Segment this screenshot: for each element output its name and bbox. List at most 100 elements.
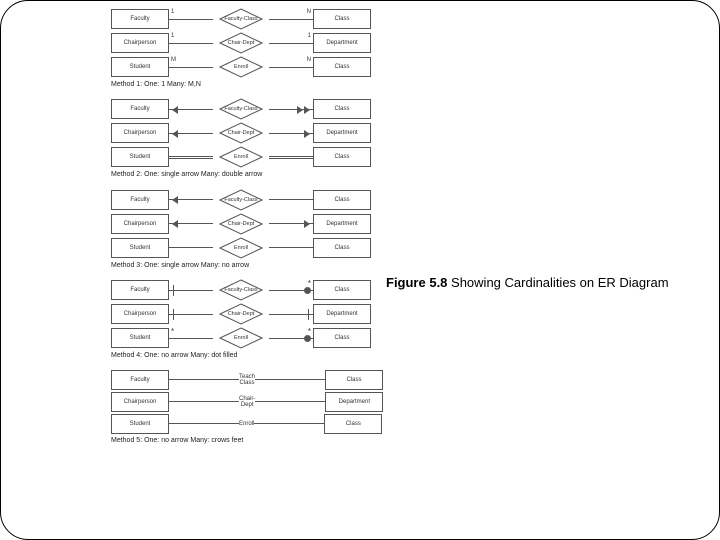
entity-class: Class [313,57,371,77]
entity-class: Class [313,328,371,348]
entity-class: Class [313,238,371,258]
conn-arrow-single [169,223,213,224]
conn-arrow-double [269,156,313,159]
rel-enroll: Enroll [219,146,263,168]
m2-row-faculty-class: Faculty Faculty-Class Class [111,97,371,121]
entity-class: Class [325,370,383,390]
entity-department: Department [313,33,371,53]
conn [255,379,325,380]
m4-row-chair-dept: Chairperson Chair-Dept Department [111,302,371,326]
conn-bar [269,314,313,315]
entity-chairperson: Chairperson [111,392,169,412]
conn-noarrow [169,247,213,248]
method-5: Faculty Teach Class Class Chairperson Ch… [111,369,371,445]
figure-title: Showing Cardinalities on ER Diagram [447,275,668,290]
conn-arrow-single [269,223,313,224]
rel-faculty-class: Faculty-Class [219,98,263,120]
conn: N [269,67,313,68]
conn-bar [169,314,213,315]
rel-chair-dept: Chair-Dept [239,396,255,408]
rel-enroll: Enroll [219,237,263,259]
m1-row-student-class: Student M Enroll N Class [111,55,371,79]
caption-m4: Method 4: One: no arrow Many: dot filled [111,352,371,360]
entity-department: Department [313,123,371,143]
entity-class: Class [324,414,382,434]
m4-row-faculty-class: Faculty Faculty-Class * Class [111,278,371,302]
rel-chair-dept: Chair-Dept [219,213,263,235]
rel-enroll: Enroll [239,421,254,427]
method-1: Faculty 1 Faculty-Class N Class Chairper… [111,7,371,89]
conn: 1 [169,19,213,20]
conn-arrow-single [169,199,213,200]
conn-dot: * [269,338,313,339]
rel-faculty-class: Faculty-Class [219,189,263,211]
m3-row-student-class: Student Enroll Class [111,236,371,260]
entity-student: Student [111,57,169,77]
conn-bar [169,290,213,291]
m5-row-student-class: Student Enroll Class [111,413,371,435]
entity-faculty: Faculty [111,99,169,119]
m1-row-chair-dept: Chairperson 1 Chair-Dept 1 Department [111,31,371,55]
rel-chair-dept: Chair-Dept [219,122,263,144]
entity-chairperson: Chairperson [111,304,169,324]
entity-faculty: Faculty [111,9,169,29]
entity-student: Student [111,414,169,434]
conn [169,401,239,402]
m2-row-student-class: Student Enroll Class [111,145,371,169]
entity-chairperson: Chairperson [111,33,169,53]
caption-m1: Method 1: One: 1 Many: M,N [111,81,371,89]
conn-arrow-double [169,156,213,159]
caption-m5: Method 5: One: no arrow Many: crows feet [111,437,371,445]
method-4: Faculty Faculty-Class * Class Chairperso… [111,278,371,360]
entity-department: Department [313,214,371,234]
entity-class: Class [313,190,371,210]
method-2: Faculty Faculty-Class Class Chairperson … [111,97,371,179]
rel-teach-class: Teach Class [239,374,255,386]
er-diagram: Faculty 1 Faculty-Class N Class Chairper… [111,7,371,453]
conn: N [269,19,313,20]
conn-arrow-single [169,109,213,110]
entity-class: Class [313,280,371,300]
conn-noarrow [269,199,313,200]
conn: M [169,67,213,68]
caption-m3: Method 3: One: single arrow Many: no arr… [111,262,371,270]
figure-caption: Figure 5.8 Showing Cardinalities on ER D… [386,275,669,290]
method-3: Faculty Faculty-Class Class Chairperson … [111,188,371,270]
conn-arrow-single [269,133,313,134]
conn [255,401,325,402]
slide-frame: Faculty 1 Faculty-Class N Class Chairper… [0,0,720,540]
rel-faculty-class: Faculty-Class [219,8,263,30]
entity-student: Student [111,147,169,167]
conn-dot: * [169,338,213,339]
conn-dot: * [269,290,313,291]
rel-faculty-class: Faculty-Class [219,279,263,301]
conn: 1 [269,43,313,44]
m5-row-chair-dept: Chairperson Chair-Dept Department [111,391,371,413]
rel-enroll: Enroll [219,327,263,349]
conn [169,423,239,424]
conn-noarrow [269,247,313,248]
entity-department: Department [325,392,383,412]
rel-chair-dept: Chair-Dept [219,303,263,325]
m3-row-chair-dept: Chairperson Chair-Dept Department [111,212,371,236]
m3-row-faculty-class: Faculty Faculty-Class Class [111,188,371,212]
m1-row-faculty-class: Faculty 1 Faculty-Class N Class [111,7,371,31]
conn [254,423,324,424]
entity-chairperson: Chairperson [111,123,169,143]
conn-arrow-double [269,109,313,110]
conn: 1 [169,43,213,44]
m2-row-chair-dept: Chairperson Chair-Dept Department [111,121,371,145]
conn-arrow-single [169,133,213,134]
m4-row-student-class: Student * Enroll * Class [111,326,371,350]
entity-faculty: Faculty [111,370,169,390]
entity-faculty: Faculty [111,190,169,210]
entity-class: Class [313,9,371,29]
caption-m2: Method 2: One: single arrow Many: double… [111,171,371,179]
figure-number: Figure 5.8 [386,275,447,290]
entity-student: Student [111,328,169,348]
entity-class: Class [313,99,371,119]
entity-faculty: Faculty [111,280,169,300]
entity-chairperson: Chairperson [111,214,169,234]
entity-student: Student [111,238,169,258]
rel-enroll: Enroll [219,56,263,78]
